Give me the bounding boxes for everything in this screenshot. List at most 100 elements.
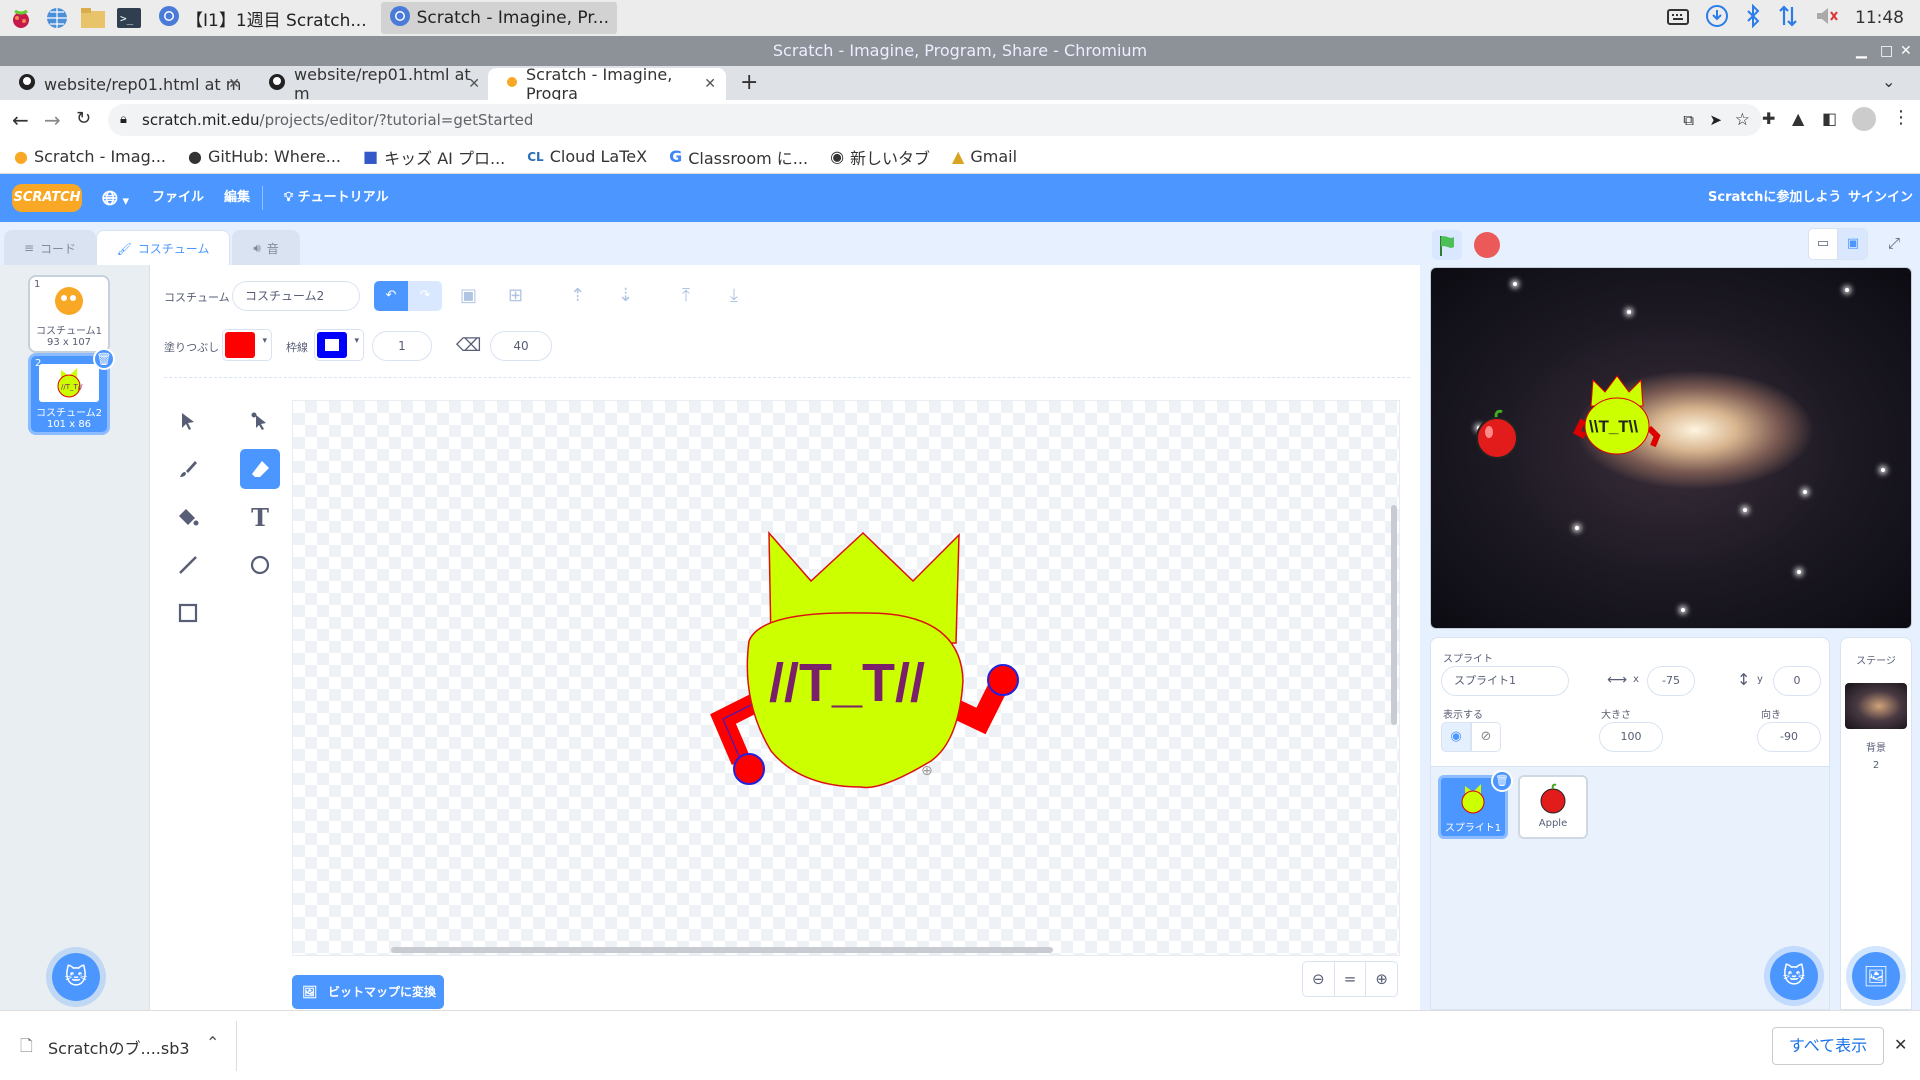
bookmark-gmail[interactable]: ▲ Gmail <box>952 147 1017 166</box>
forward-icon[interactable]: → <box>44 108 61 132</box>
fullscreen-icon[interactable]: ⤢ <box>1878 228 1910 260</box>
size-input[interactable]: 100 <box>1599 722 1663 752</box>
more-menu-icon[interactable]: ⋮ <box>1892 107 1910 128</box>
maximize-icon[interactable]: □ <box>1880 36 1893 66</box>
join-scratch-link[interactable]: Scratchに参加しよう <box>1708 174 1841 222</box>
chevron-up-icon[interactable]: ⌃ <box>206 1033 219 1052</box>
tab-sound[interactable]: 🔊︎ 音 <box>232 230 300 266</box>
ungroup-icon[interactable]: ⊞ <box>508 285 523 306</box>
zoom-in-icon[interactable]: ⊕ <box>1366 962 1397 996</box>
keyboard-icon[interactable] <box>1667 6 1689 31</box>
outline-color-picker[interactable]: ▾ <box>314 329 364 361</box>
close-tab-icon[interactable]: ✕ <box>704 76 716 92</box>
close-downloads-icon[interactable]: ✕ <box>1894 1035 1907 1054</box>
tab-costume[interactable]: 🖌︎ コスチューム <box>96 230 230 266</box>
send-icon[interactable]: ➤ <box>1709 104 1722 136</box>
choose-backdrop-button[interactable]: 🖼︎ <box>1852 952 1900 1000</box>
choose-sprite-button[interactable]: 🐱︎ <box>1770 952 1818 1000</box>
brush-tool[interactable] <box>168 449 208 489</box>
open-in-app-icon[interactable]: ⧉ <box>1683 104 1694 136</box>
network-icon[interactable] <box>1777 4 1799 33</box>
taskbar-task-2[interactable]: Scratch - Imagine, Pr... <box>380 2 618 34</box>
reshape-tool[interactable] <box>240 401 280 441</box>
minimize-icon[interactable]: ▁ <box>1856 36 1867 66</box>
side-panel-icon[interactable]: ◧ <box>1822 109 1837 128</box>
eraser-size-input[interactable]: 40 <box>490 331 552 361</box>
y-input[interactable]: 0 <box>1773 666 1821 696</box>
paint-canvas[interactable]: //T_T// ⊕ <box>292 400 1400 956</box>
edit-menu[interactable]: 編集 <box>224 174 250 222</box>
bookmark-new-tab[interactable]: ◉ 新しいタブ <box>830 145 930 169</box>
show-all-button[interactable]: すべて表示 <box>1772 1027 1884 1065</box>
redo-icon[interactable]: ↷ <box>408 281 442 311</box>
raspberry-menu-icon[interactable] <box>6 4 36 32</box>
select-tool[interactable] <box>168 401 208 441</box>
bookmark-scratch[interactable]: ● Scratch - Imag... <box>14 147 166 166</box>
file-menu[interactable]: ファイル <box>152 174 204 222</box>
fill-color-picker[interactable]: ▾ <box>222 329 272 361</box>
labs-icon[interactable]: ▲ <box>1792 109 1804 128</box>
bluetooth-icon[interactable] <box>1745 3 1761 33</box>
terminal-icon[interactable]: >_ <box>114 4 144 32</box>
extensions-icon[interactable]: ✚ <box>1762 109 1775 128</box>
front-layer-icon[interactable]: ⤒ <box>682 285 690 306</box>
hide-sprite-icon[interactable]: ⊘ <box>1471 722 1501 752</box>
vertical-scrollbar[interactable] <box>1391 505 1397 725</box>
bookmark-cloud-latex[interactable]: CL Cloud LaTeX <box>527 147 647 166</box>
bookmark-github[interactable]: ● GitHub: Where... <box>188 147 341 166</box>
tab-github-2[interactable]: website/rep01.html at m ✕ <box>250 65 490 103</box>
sprite-item-1[interactable]: 🗑︎ スプライト1 <box>1438 770 1513 839</box>
backward-layer-icon[interactable]: ⇣ <box>618 285 633 306</box>
profile-avatar-icon[interactable] <box>1852 107 1876 131</box>
x-input[interactable]: -75 <box>1647 666 1695 696</box>
forward-layer-icon[interactable]: ⇡ <box>570 285 585 306</box>
fill-tool[interactable] <box>168 497 208 537</box>
scratch-logo[interactable]: SCRATCH <box>12 184 82 212</box>
zoom-out-icon[interactable]: ⊖ <box>1303 962 1334 996</box>
close-tab-icon[interactable]: ✕ <box>468 76 480 92</box>
outline-width-input[interactable]: 1 <box>372 331 432 361</box>
group-icon[interactable]: ▣ <box>460 285 477 306</box>
circle-tool[interactable] <box>240 545 280 585</box>
back-icon[interactable]: ← <box>12 108 29 132</box>
bookmark-star-icon[interactable]: ☆ <box>1735 104 1750 136</box>
download-status-icon[interactable] <box>1705 4 1729 33</box>
taskbar-task-1[interactable]: 【I1】1週目 Scratch... <box>150 2 375 34</box>
tab-github-1[interactable]: website/rep01.html at m ✕ <box>0 68 250 100</box>
zoom-reset-icon[interactable]: = <box>1333 962 1367 996</box>
address-bar[interactable]: 🔒︎ scratch.mit.edu/projects/editor/?tuto… <box>108 104 1762 136</box>
text-tool[interactable]: T <box>240 497 280 537</box>
rectangle-tool[interactable] <box>168 593 208 633</box>
bookmark-kids-ai[interactable]: ■ キッズ AI プロ... <box>363 145 505 169</box>
horizontal-scrollbar[interactable] <box>391 947 1053 953</box>
line-tool[interactable] <box>168 545 208 585</box>
tab-code[interactable]: ≡ コード <box>4 230 96 266</box>
new-tab-icon[interactable]: + <box>740 70 758 95</box>
costume-item-2[interactable]: 2 🗑︎ //T_T// コスチューム2 101 x 86 <box>28 348 115 435</box>
language-menu[interactable]: 🌐︎ ▾ <box>102 174 129 222</box>
eraser-tool[interactable] <box>240 449 280 489</box>
large-stage-icon[interactable]: ▣ <box>1838 228 1868 260</box>
undo-icon[interactable]: ↶ <box>374 281 408 311</box>
costume-item-1[interactable]: 1 コスチューム1 93 x 107 <box>28 275 110 353</box>
volume-muted-icon[interactable] <box>1815 5 1839 32</box>
stop-button[interactable] <box>1474 232 1500 258</box>
direction-input[interactable]: -90 <box>1757 722 1821 752</box>
tutorial-menu[interactable]: 💡︎ チュートリアル <box>284 174 389 222</box>
costume-name-input[interactable]: コスチューム2 <box>232 281 360 311</box>
green-flag-button[interactable] <box>1432 230 1462 260</box>
delete-sprite-icon[interactable]: 🗑︎ <box>1491 770 1513 792</box>
sprite-name-input[interactable]: スプライト1 <box>1441 666 1569 696</box>
reload-icon[interactable]: ↻ <box>76 108 91 129</box>
close-tab-icon[interactable]: ✕ <box>228 76 240 92</box>
bookmark-classroom[interactable]: G Classroom に... <box>669 145 808 169</box>
stage-canvas[interactable]: \\T_T\\ <box>1430 267 1912 629</box>
choose-costume-button[interactable]: 🐱︎ <box>52 953 100 1001</box>
back-layer-icon[interactable]: ⤓ <box>730 285 738 306</box>
tab-scratch[interactable]: Scratch - Imagine, Progra ✕ <box>488 65 726 103</box>
tab-search-chevron-icon[interactable]: ⌄ <box>1882 72 1895 91</box>
small-stage-icon[interactable]: ▭ <box>1808 228 1838 260</box>
close-window-icon[interactable]: ✕ <box>1900 36 1912 66</box>
sign-in-link[interactable]: サインイン <box>1848 174 1913 222</box>
file-manager-icon[interactable] <box>78 4 108 32</box>
